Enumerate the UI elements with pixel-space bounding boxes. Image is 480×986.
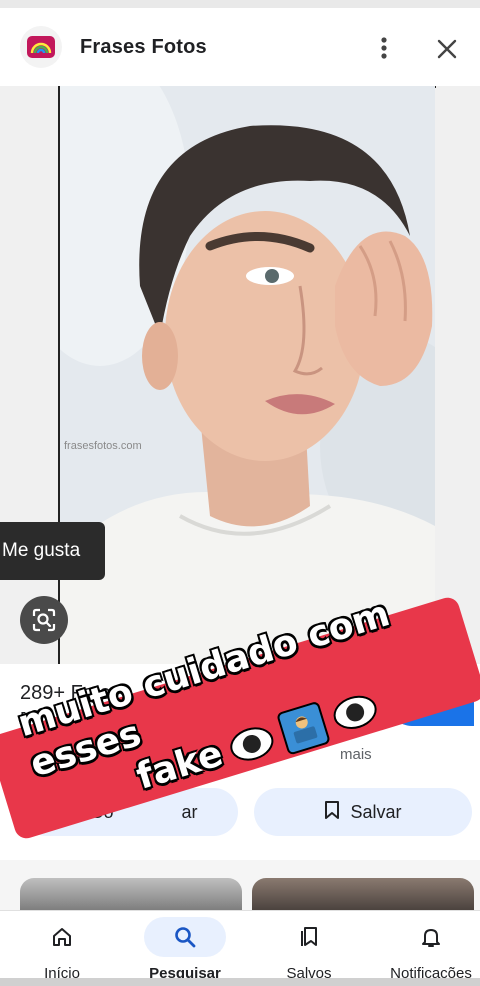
more-vert-icon[interactable] [372, 32, 396, 64]
eye-emoji-icon [226, 722, 278, 766]
bookmarks-icon [268, 917, 350, 957]
portrait-illustration [60, 86, 435, 664]
lens-search-icon[interactable] [20, 596, 68, 644]
header: Frases Fotos [0, 8, 480, 86]
nav-item-notificacoes[interactable]: Notificações [386, 911, 476, 986]
nav-item-pesquisar[interactable]: Pesquisar [144, 911, 226, 986]
save-button[interactable]: Salvar [254, 788, 472, 836]
app-title: Frases Fotos [80, 35, 207, 58]
close-icon[interactable] [432, 34, 462, 64]
bottom-navigation: Início Pesquisar Salvos Notificações [0, 910, 480, 986]
bookmark-icon [324, 800, 340, 825]
search-icon [144, 917, 226, 957]
status-strip [0, 0, 480, 8]
home-icon [21, 917, 103, 957]
nav-item-inicio[interactable]: Início [21, 911, 103, 986]
bell-icon [390, 917, 472, 957]
pin-image-area: frasesfotos.com Me gusta [0, 86, 480, 664]
related-pins [0, 860, 480, 918]
rainbow-icon [20, 26, 62, 68]
save-button-label: Salvar [350, 801, 402, 822]
pin-photo[interactable]: frasesfotos.com [60, 86, 435, 664]
image-caption-text: Me gusta [2, 540, 81, 561]
watermark: frasesfotos.com [64, 440, 142, 452]
more-link[interactable]: mais [340, 746, 372, 763]
nav-item-salvos[interactable]: Salvos [268, 911, 350, 986]
page: Frases Fotos frasesfotos.com Me gusta 28… [0, 0, 480, 986]
system-gesture-bar [0, 978, 480, 986]
share-button-label-tail: ar [181, 801, 198, 822]
image-caption: Me gusta [0, 522, 105, 580]
eye-emoji-icon [329, 690, 382, 735]
